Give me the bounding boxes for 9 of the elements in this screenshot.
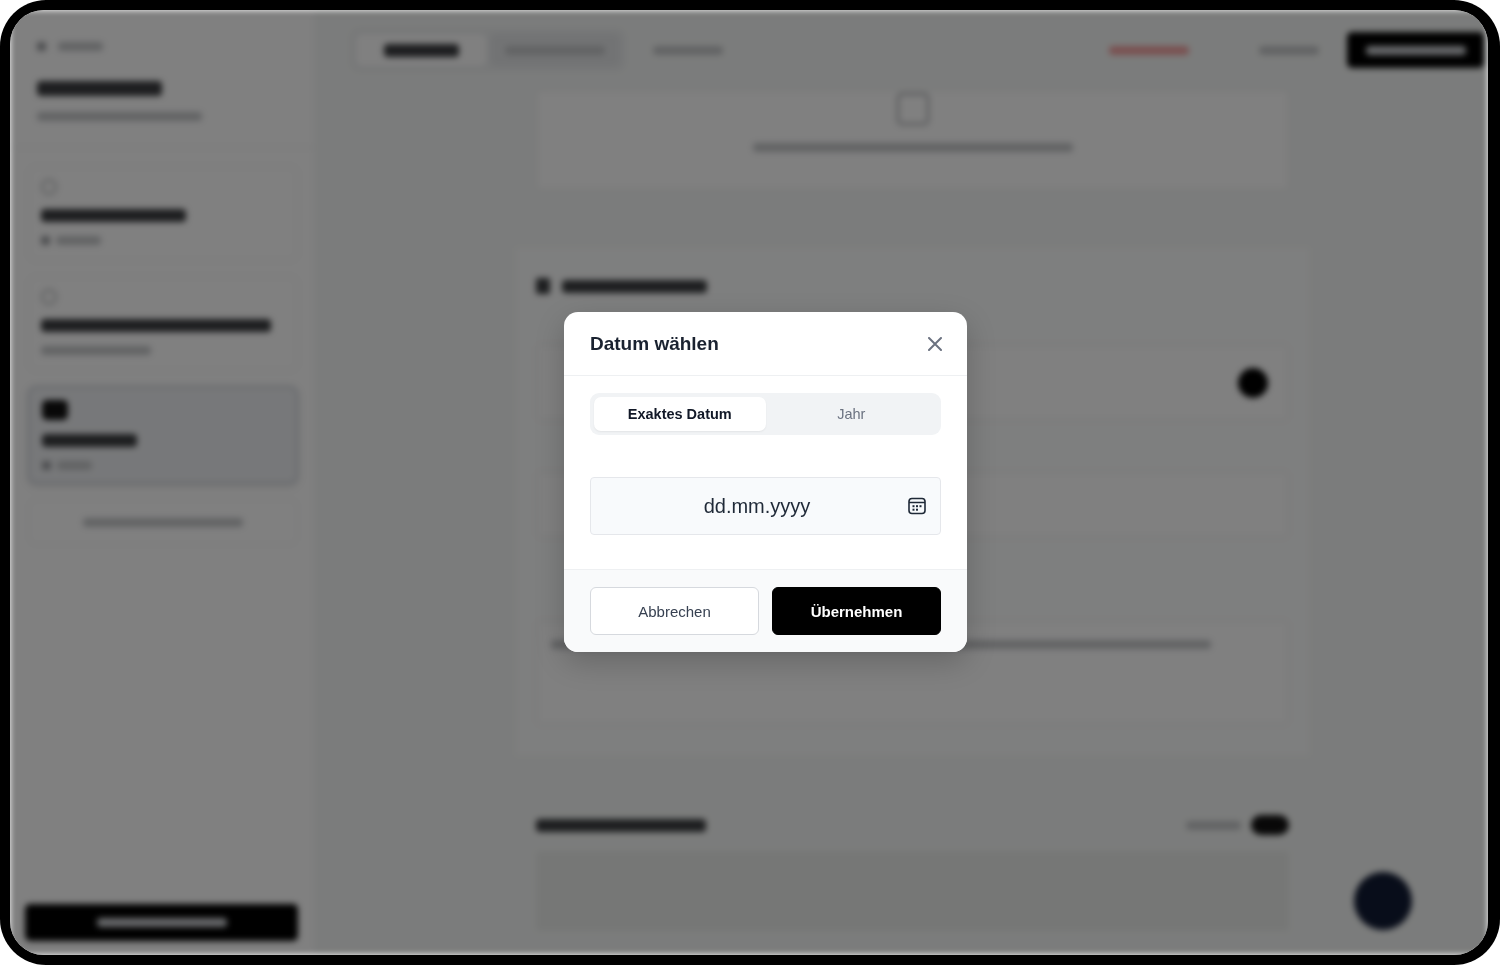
cancel-button[interactable]: Abbrechen — [590, 587, 759, 635]
date-input-field[interactable]: dd.mm.yyyy — [590, 477, 941, 535]
close-icon — [928, 336, 942, 351]
dialog-title: Datum wählen — [590, 332, 719, 355]
mode-tab[interactable]: Jahr — [765, 397, 937, 431]
calendar-icon[interactable] — [908, 497, 926, 515]
apply-button[interactable]: Übernehmen — [772, 587, 941, 635]
close-button[interactable] — [928, 336, 942, 351]
mode-tab[interactable]: Exaktes Datum — [594, 397, 766, 431]
